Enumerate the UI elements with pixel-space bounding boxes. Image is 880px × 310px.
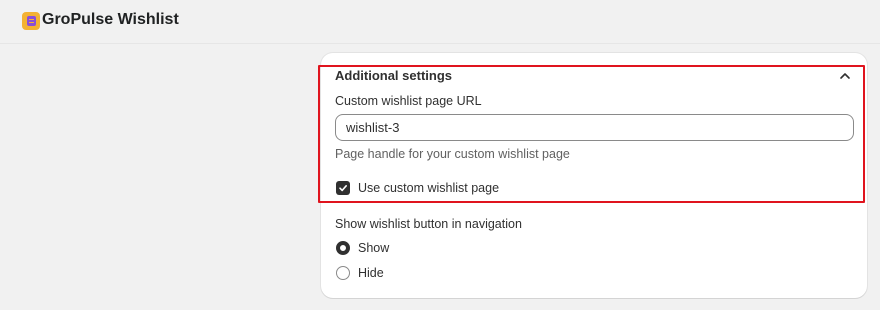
radio-show[interactable] xyxy=(336,241,350,255)
app-title: GroPulse Wishlist xyxy=(42,11,179,28)
use-custom-page-label[interactable]: Use custom wishlist page xyxy=(358,180,499,196)
custom-url-input[interactable]: wishlist-3 xyxy=(335,114,854,141)
nav-button-label: Show wishlist button in navigation xyxy=(335,217,522,231)
radio-hide-label[interactable]: Hide xyxy=(358,265,384,281)
section-title: Additional settings xyxy=(335,68,452,83)
custom-url-help-text: Page handle for your custom wishlist pag… xyxy=(335,147,570,161)
app-logo-icon xyxy=(22,12,40,30)
chevron-up-icon[interactable] xyxy=(838,69,852,83)
radio-show-label[interactable]: Show xyxy=(358,240,389,256)
use-custom-page-checkbox[interactable] xyxy=(336,181,350,195)
checkmark-icon xyxy=(339,185,347,192)
custom-url-label: Custom wishlist page URL xyxy=(335,94,482,108)
app-header: GroPulse Wishlist xyxy=(0,0,880,44)
radio-hide[interactable] xyxy=(336,266,350,280)
